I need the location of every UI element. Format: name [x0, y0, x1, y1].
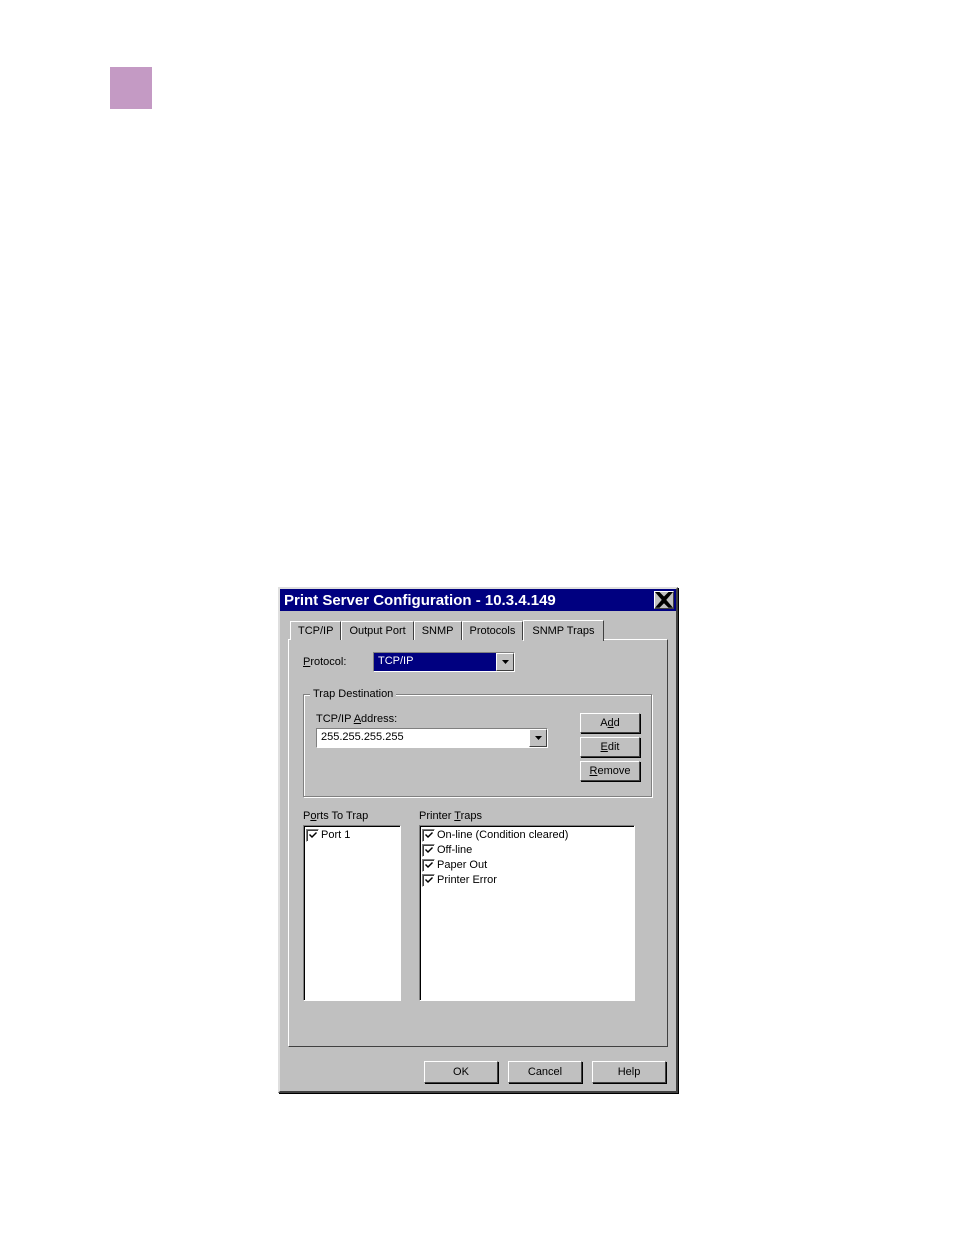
trap-item[interactable]: Off-line	[422, 843, 632, 857]
port-item[interactable]: Port 1	[306, 828, 398, 842]
trap-destination-group: Trap Destination TCP/IP Address: 255.255…	[303, 694, 653, 798]
trap-item[interactable]: On-line (Condition cleared)	[422, 828, 632, 842]
address-dropdown[interactable]: 255.255.255.255	[316, 728, 548, 748]
ports-to-trap-label: Ports To Trap	[303, 810, 401, 822]
help-button[interactable]: Help	[592, 1061, 666, 1083]
tab-panel-snmp-traps: Protocol: TCP/IP Trap Destination TCP/IP…	[288, 639, 668, 1047]
dialog-button-row: OK Cancel Help	[280, 1055, 676, 1091]
edit-button[interactable]: Edit	[580, 737, 640, 757]
tab-output-port[interactable]: Output Port	[341, 621, 413, 640]
tabstrip: TCP/IP Output Port SNMP Protocols SNMP T…	[290, 620, 668, 640]
checkbox-checked-icon[interactable]	[422, 844, 435, 857]
address-dropdown-button[interactable]	[529, 729, 547, 747]
trap-destination-legend: Trap Destination	[310, 688, 396, 700]
cancel-button[interactable]: Cancel	[508, 1061, 582, 1083]
printer-traps-list[interactable]: On-line (Condition cleared) Off-line Pap…	[419, 825, 635, 1001]
checkbox-checked-icon[interactable]	[422, 859, 435, 872]
tab-tcpip[interactable]: TCP/IP	[290, 621, 341, 640]
protocol-dropdown-button[interactable]	[496, 653, 514, 671]
protocol-label: Protocol:	[303, 656, 373, 668]
protocol-value: TCP/IP	[374, 653, 496, 671]
titlebar[interactable]: Print Server Configuration - 10.3.4.149	[280, 589, 676, 611]
remove-button[interactable]: Remove	[580, 761, 640, 781]
checkbox-checked-icon[interactable]	[422, 829, 435, 842]
trap-label: Off-line	[437, 844, 472, 856]
decorative-square	[110, 67, 152, 109]
trap-item[interactable]: Paper Out	[422, 858, 632, 872]
tab-snmp-traps[interactable]: SNMP Traps	[523, 620, 603, 641]
checkbox-checked-icon[interactable]	[306, 829, 319, 842]
ports-to-trap-list[interactable]: Port 1	[303, 825, 401, 1001]
add-button[interactable]: Add	[580, 713, 640, 733]
trap-item[interactable]: Printer Error	[422, 873, 632, 887]
ok-button[interactable]: OK	[424, 1061, 498, 1083]
address-label: TCP/IP Address:	[316, 713, 570, 725]
trap-label: Printer Error	[437, 874, 497, 886]
tab-protocols[interactable]: Protocols	[462, 621, 524, 640]
address-value: 255.255.255.255	[317, 729, 529, 747]
window-title: Print Server Configuration - 10.3.4.149	[284, 592, 654, 609]
port-label: Port 1	[321, 829, 350, 841]
trap-label: On-line (Condition cleared)	[437, 829, 568, 841]
close-button[interactable]	[654, 591, 674, 609]
tab-snmp[interactable]: SNMP	[414, 621, 462, 640]
trap-label: Paper Out	[437, 859, 487, 871]
print-server-config-dialog: Print Server Configuration - 10.3.4.149 …	[278, 587, 678, 1093]
checkbox-checked-icon[interactable]	[422, 874, 435, 887]
printer-traps-label: Printer Traps	[419, 810, 635, 822]
protocol-dropdown[interactable]: TCP/IP	[373, 652, 515, 672]
